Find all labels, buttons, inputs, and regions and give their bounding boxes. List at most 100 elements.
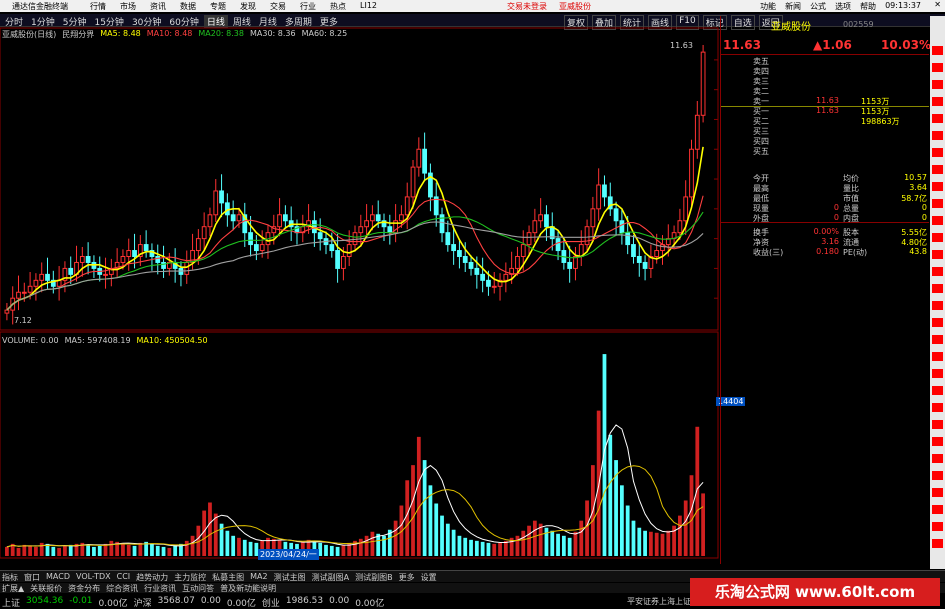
side-tool-icon[interactable] [932,437,943,446]
side-tool-icon[interactable] [932,182,943,191]
candle-body [85,256,91,263]
stat-value: 0 [921,213,927,222]
volume-bar [463,537,468,556]
indicator-tab[interactable]: 测试副图B [355,572,393,583]
indicator-tab[interactable]: MACD [46,572,70,583]
orderbook-row: 卖二 [721,86,929,96]
volume-bar [358,538,363,556]
side-tool-icon[interactable] [932,97,943,106]
orderbook-row: 买三 [721,126,929,136]
side-tool-icon[interactable] [932,386,943,395]
side-tool-icon[interactable] [932,63,943,72]
menu-function[interactable]: 功能 [760,1,776,12]
side-tool-icon[interactable] [932,420,943,429]
sh-label[interactable]: 上证 [2,596,20,609]
side-tool-icon[interactable] [932,454,943,463]
indicator-tab[interactable]: 趋势动力 [136,572,168,583]
volume-bar [237,537,241,556]
side-tool-icon[interactable] [932,199,943,208]
candle-body [457,250,462,258]
menu-formula[interactable]: 公式 [810,1,826,12]
volume-bar [393,520,398,556]
candle-body [155,256,161,263]
indicator-tab[interactable]: 窗口 [24,572,40,583]
side-tool-icon[interactable] [932,539,943,548]
cy-label[interactable]: 创业 [262,596,280,609]
candle-body [515,256,520,269]
clock: 09:13:37 [885,1,921,10]
side-tool-icon[interactable] [932,250,943,259]
menu-help[interactable]: 帮助 [860,1,876,12]
stat-label: PE(动) [843,248,868,257]
side-tool-icon[interactable] [932,318,943,327]
side-tool-icon[interactable] [932,233,943,242]
indicator-tab[interactable]: CCI [117,572,131,583]
candle-body [526,232,532,246]
side-tool-icon[interactable] [932,131,943,140]
volume-bar [57,547,62,556]
indicator-tab[interactable]: MA2 [250,572,267,583]
indicator-tab[interactable]: 测试副图A [312,572,349,583]
candle-body [79,256,85,263]
volume-bar [445,523,450,556]
date-cursor-badge: 2023/04/24/一 [258,549,319,560]
side-tool-icon[interactable] [932,148,943,157]
side-tool-icon[interactable] [932,216,943,225]
menu-options[interactable]: 选项 [835,1,851,12]
candle-body [503,273,509,281]
volume-bar [213,513,218,556]
volume-bar [492,543,497,556]
volume-bar [173,544,178,556]
extension-tab[interactable]: 综合资讯 [106,583,138,594]
side-tool-icon[interactable] [932,80,943,89]
extension-tab[interactable]: 行业资讯 [144,583,176,594]
candle-body [346,244,352,257]
menu-news[interactable]: 新闻 [785,1,801,12]
volume-ma5: MA5: 597408.19 [64,336,131,345]
indicator-tab[interactable]: 指标 [2,572,18,583]
orderbook-row: 买一 11.63 1153万 [721,106,929,116]
volume-bar [161,546,166,556]
candle-body [491,285,497,288]
candle-body [636,256,642,263]
indicator-tab[interactable]: 私募主图 [212,572,244,583]
side-tool-icon[interactable] [932,165,943,174]
volume-bar [503,540,508,556]
candle-body [143,244,149,252]
extension-tab[interactable]: 互动问答 [182,583,214,594]
extension-tab[interactable]: 普及新功能说明 [220,583,276,594]
hs-label[interactable]: 沪深 [134,596,152,609]
extension-tab[interactable]: 资金分布 [68,583,100,594]
side-tool-icon[interactable] [932,505,943,514]
side-tool-icon[interactable] [932,369,943,378]
side-tool-icon[interactable] [932,335,943,344]
side-tool-icon[interactable] [932,114,943,123]
side-tool-icon[interactable] [932,522,943,531]
volume-bar [567,537,572,556]
close-icon[interactable]: ✕ [934,0,941,9]
side-tool-icon[interactable] [932,301,943,310]
candle-body [486,279,491,287]
indicator-tab[interactable]: 主力监控 [174,572,206,583]
stock-code: 002559 [843,20,874,29]
side-tool-icon[interactable] [932,267,943,276]
side-tool-icon[interactable] [932,403,943,412]
indicator-tab[interactable]: 测试主图 [274,572,306,583]
indicator-tab[interactable]: 更多 [399,572,415,583]
side-tool-icon[interactable] [932,46,943,55]
side-tool-icon[interactable] [932,284,943,293]
indicator-tab[interactable]: VOL-TDX [76,572,111,583]
candle-body [335,250,340,269]
kline-chart[interactable]: 11.5011.0010.5010.009.509.008.508.007.50… [0,0,720,560]
side-tool-icon[interactable] [932,471,943,480]
indicator-tab[interactable]: 设置 [421,572,437,583]
extension-tab[interactable]: 扩展▲ [2,583,24,594]
stats-row: 今开 均价 10.57 [721,173,929,183]
volume-bar [474,540,479,556]
extension-tab[interactable]: 关联报价 [30,583,62,594]
candle-body [468,261,474,269]
side-tool-icon[interactable] [932,352,943,361]
sh-change: -0.01 [69,596,93,606]
candle-body [341,256,346,269]
side-tool-icon[interactable] [932,488,943,497]
